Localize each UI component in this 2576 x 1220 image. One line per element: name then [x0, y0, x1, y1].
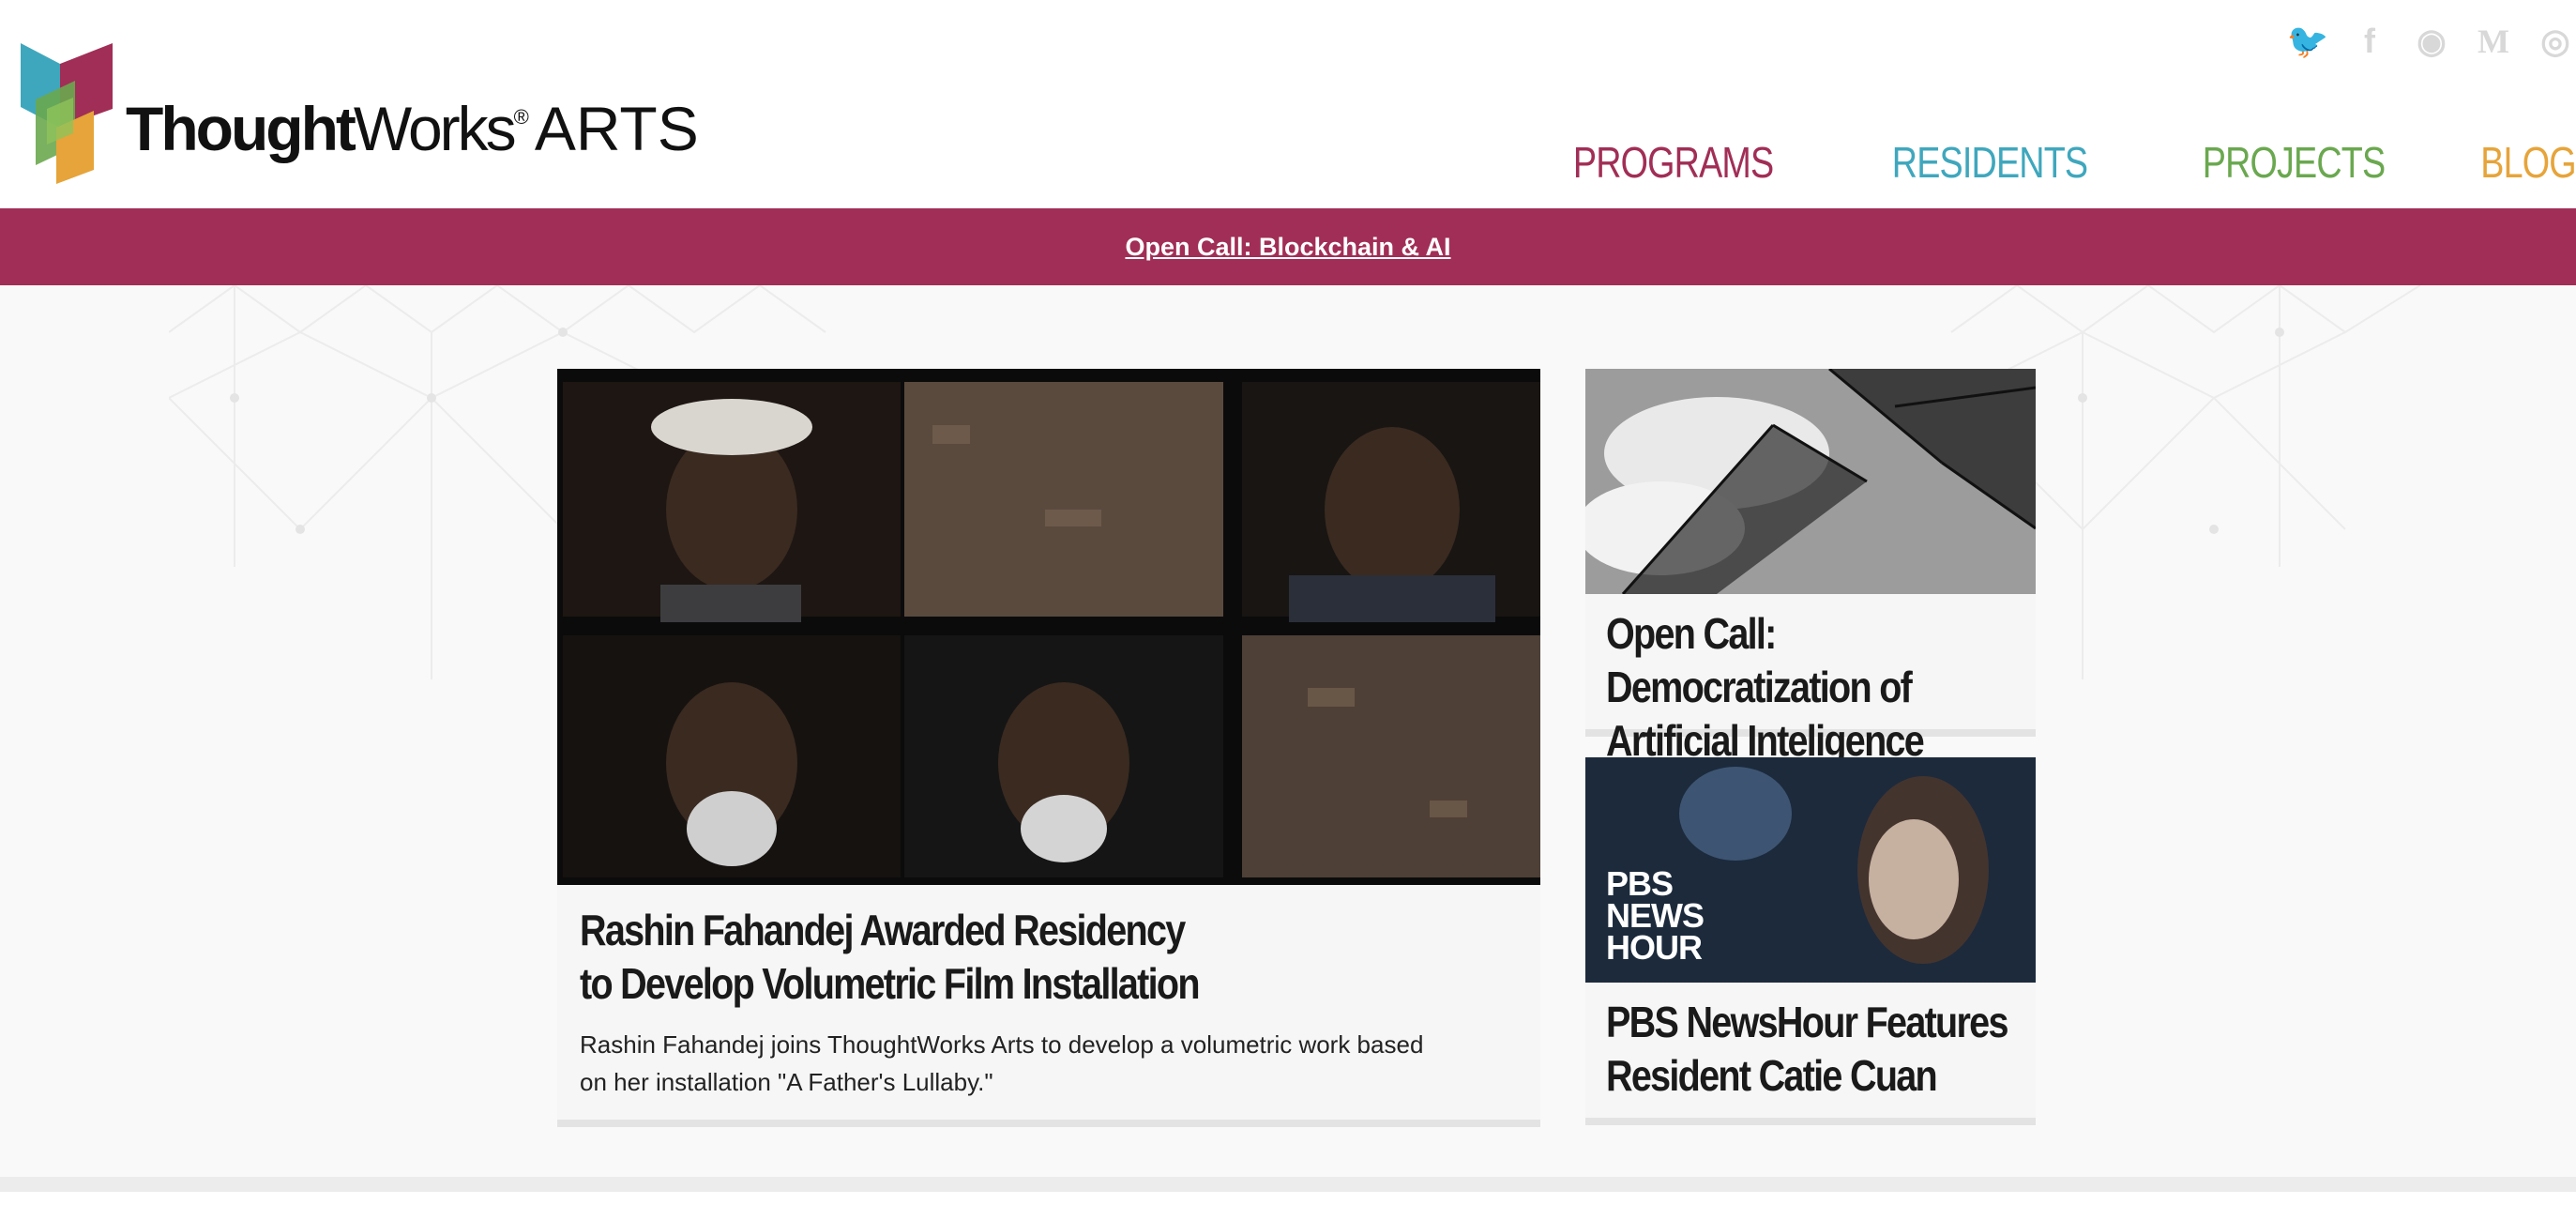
nav-projects[interactable]: PROJECTS: [2203, 137, 2386, 188]
pbs-newshour-badge: PBS NEWS HOUR: [1606, 864, 1705, 967]
logo-mark-icon: [21, 43, 113, 184]
banner-link[interactable]: Open Call: Blockchain & AI: [1125, 233, 1450, 262]
side-post-image-pbs[interactable]: PBS NEWS HOUR: [1585, 757, 2036, 983]
side-post-title-pbs[interactable]: PBS NewsHour Features Resident Catie Cua…: [1606, 996, 2009, 1103]
featured-post-card[interactable]: Rashin Fahandej Awarded Residency to Dev…: [557, 369, 1540, 1127]
social-links: 🐦 f ◉ M ◎: [2287, 21, 2576, 62]
medium-icon[interactable]: M: [2473, 21, 2514, 62]
glass-roof-image: [1585, 369, 2036, 594]
site-footer: [0, 1192, 2576, 1220]
nav-programs[interactable]: PROGRAMS: [1573, 137, 1774, 188]
logo-wordmark: ThoughtWorks®ARTS: [126, 98, 699, 160]
twitter-icon[interactable]: 🐦: [2287, 21, 2329, 62]
side-post-title-open-call[interactable]: Open Call: Democratization of Artificial…: [1606, 607, 2009, 768]
side-post-card-pbs[interactable]: PBS NEWS HOUR PBS NewsHour Features Resi…: [1585, 757, 2036, 1125]
featured-post-excerpt: Rashin Fahandej joins ThoughtWorks Arts …: [580, 1030, 1424, 1096]
featured-post-title[interactable]: Rashin Fahandej Awarded Residency to Dev…: [580, 904, 1217, 1011]
nav-blog[interactable]: BLOG: [2480, 137, 2576, 188]
footer-divider: [0, 1177, 2576, 1192]
logo-brand-bold: Thought: [126, 94, 356, 163]
facebook-icon[interactable]: f: [2349, 21, 2390, 62]
announcement-banner: Open Call: Blockchain & AI: [0, 208, 2576, 285]
github-icon[interactable]: ◉: [2411, 21, 2452, 62]
logo-brand-regular: Works: [353, 94, 517, 163]
portraits-grid-image: [557, 369, 1540, 885]
logo-registered: ®: [513, 105, 529, 129]
side-post-image-architecture[interactable]: [1585, 369, 2036, 594]
site-logo[interactable]: ThoughtWorks®ARTS: [19, 43, 699, 184]
nav-residents[interactable]: RESIDENTS: [1891, 137, 2087, 188]
logo-arts: ARTS: [534, 94, 699, 163]
site-header: ThoughtWorks®ARTS 🐦 f ◉ M ◎ PROGRAMS RES…: [0, 0, 2576, 208]
instagram-icon[interactable]: ◎: [2535, 21, 2576, 62]
featured-post-image[interactable]: [557, 369, 1540, 885]
main-nav: PROGRAMS RESIDENTS PROJECTS BLOG: [1529, 137, 2576, 188]
side-post-card-open-call[interactable]: Open Call: Democratization of Artificial…: [1585, 369, 2036, 765]
main-content: Rashin Fahandej Awarded Residency to Dev…: [0, 285, 2576, 1177]
